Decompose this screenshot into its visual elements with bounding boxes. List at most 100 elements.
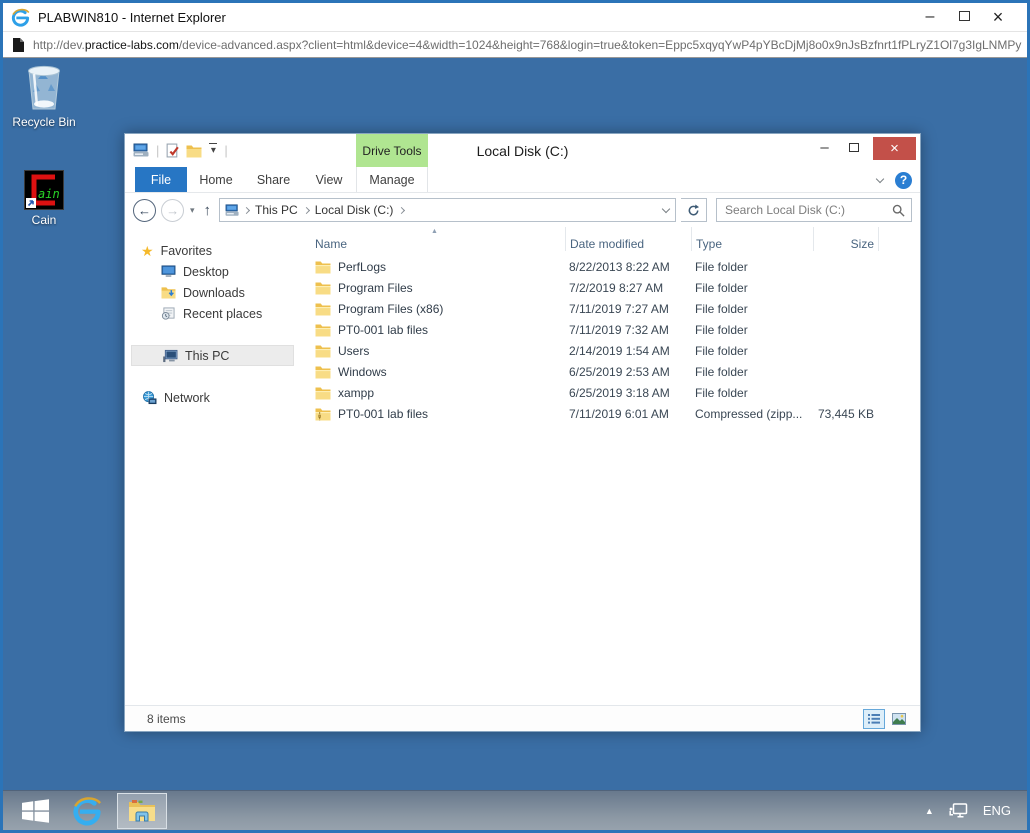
search-input[interactable]: [723, 202, 892, 218]
sidebar-item-desktop[interactable]: Desktop: [125, 261, 298, 282]
file-type: File folder: [691, 281, 813, 295]
column-header-date-modified[interactable]: Date modified: [565, 227, 691, 251]
breadcrumb-separator-icon: [398, 206, 405, 213]
show-hidden-icons-button[interactable]: ▲: [925, 806, 934, 816]
downloads-icon: [161, 286, 176, 299]
explorer-window-title: Local Disk (C:): [125, 134, 920, 167]
explorer-close-button[interactable]: ×: [873, 137, 916, 160]
breadcrumb-current[interactable]: Local Disk (C:): [313, 203, 396, 217]
file-type: File folder: [691, 260, 813, 274]
file-modified: 7/11/2019 7:32 AM: [565, 323, 691, 337]
breadcrumb-this-pc[interactable]: This PC: [253, 203, 300, 217]
ie-minimize-button[interactable]: –: [913, 12, 947, 22]
explorer-maximize-button[interactable]: [839, 141, 868, 155]
desktop[interactable]: Recycle Bin ain Cain: [3, 58, 1027, 790]
ie-close-button[interactable]: ×: [981, 10, 1015, 24]
taskbar-file-explorer-button[interactable]: [117, 793, 167, 829]
url-prefix: http://dev.: [33, 38, 85, 52]
start-button[interactable]: [9, 792, 61, 830]
network-tray-icon[interactable]: [949, 803, 968, 818]
navigation-pane: ★ Favorites Desktop: [125, 227, 298, 705]
up-button[interactable]: ↑: [204, 202, 212, 219]
taskbar-ie-button[interactable]: [61, 792, 113, 830]
sidebar-item-network[interactable]: Network: [125, 387, 298, 408]
explorer-window: | ▾ | Drive Tools Local Disk (C:) –: [124, 133, 921, 732]
file-name: PT0-001 lab files: [338, 407, 428, 421]
this-pc-icon: [162, 349, 178, 363]
ie-titlebar: PLABWIN810 - Internet Explorer – ×: [3, 3, 1027, 31]
expand-ribbon-icon[interactable]: [876, 174, 884, 182]
file-name: Program Files: [338, 281, 413, 295]
column-headers: ▲ Name Date modified Type Size: [298, 227, 920, 256]
sidebar-item-recent-places[interactable]: Recent places: [125, 303, 298, 324]
folder-icon: [315, 281, 331, 295]
tab-view[interactable]: View: [302, 167, 356, 192]
desktop-icon-recycle-bin[interactable]: Recycle Bin: [5, 64, 83, 129]
column-separator: [878, 227, 879, 251]
sidebar-item-label: Downloads: [183, 286, 245, 300]
file-type: File folder: [691, 365, 813, 379]
tab-file[interactable]: File: [135, 167, 187, 192]
tab-home[interactable]: Home: [187, 167, 245, 192]
network-icon: [141, 391, 157, 405]
tab-manage[interactable]: Manage: [356, 167, 428, 192]
thumbnail-view-button[interactable]: [888, 709, 910, 729]
maximize-icon: [959, 11, 970, 21]
details-view-button[interactable]: [863, 709, 885, 729]
recent-locations-dropdown-icon[interactable]: ▾: [190, 205, 195, 216]
svg-text:ain: ain: [38, 187, 60, 201]
computer-icon[interactable]: [133, 143, 150, 158]
sidebar-item-downloads[interactable]: Downloads: [125, 282, 298, 303]
folder-icon: [315, 323, 331, 337]
maximize-icon: [849, 143, 859, 152]
desktop-icon-cain[interactable]: ain Cain: [5, 170, 83, 227]
help-button[interactable]: ?: [895, 172, 912, 189]
sidebar-item-label: Favorites: [161, 244, 212, 258]
column-header-type[interactable]: Type: [691, 227, 813, 251]
refresh-button[interactable]: [681, 198, 707, 222]
folder-icon: [315, 344, 331, 358]
file-modified: 6/25/2019 2:53 AM: [565, 365, 691, 379]
tab-share[interactable]: Share: [245, 167, 302, 192]
customize-toolbar-dropdown-icon[interactable]: ▾: [208, 147, 218, 155]
file-row-xampp[interactable]: xampp 6/25/2019 3:18 AM File folder: [298, 382, 920, 403]
drive-tools-contextual-tab[interactable]: Drive Tools: [356, 134, 428, 167]
search-box[interactable]: [716, 198, 912, 222]
sidebar-item-this-pc[interactable]: This PC: [131, 345, 294, 366]
ie-window: PLABWIN810 - Internet Explorer – × http:…: [0, 0, 1030, 833]
file-row-users[interactable]: Users 2/14/2019 1:54 AM File folder: [298, 340, 920, 361]
file-modified: 7/11/2019 6:01 AM: [565, 407, 691, 421]
file-row-windows[interactable]: Windows 6/25/2019 2:53 AM File folder: [298, 361, 920, 382]
ie-address-bar[interactable]: http://dev.practice-labs.com/device-adva…: [3, 31, 1027, 58]
language-indicator[interactable]: ENG: [983, 803, 1011, 818]
file-row-program-files[interactable]: Program Files 7/2/2019 8:27 AM File fold…: [298, 277, 920, 298]
file-name: PT0-001 lab files: [338, 323, 428, 337]
column-header-size[interactable]: Size: [813, 227, 878, 251]
sidebar-item-favorites[interactable]: ★ Favorites: [125, 240, 298, 261]
file-rows: PerfLogs 8/22/2013 8:22 AM File folder P…: [298, 256, 920, 705]
back-button[interactable]: ←: [133, 199, 156, 222]
file-row-program-files-x86[interactable]: Program Files (x86) 7/11/2019 7:27 AM Fi…: [298, 298, 920, 319]
internet-explorer-icon: [72, 796, 102, 826]
file-list-pane: ▲ Name Date modified Type Size PerfLogs …: [298, 227, 920, 705]
forward-button[interactable]: ←: [161, 199, 184, 222]
recent-places-icon: [161, 307, 176, 320]
properties-button-icon[interactable]: [165, 143, 180, 158]
address-breadcrumb-bar[interactable]: This PC Local Disk (C:): [219, 198, 676, 222]
navigation-bar: ← ← ▾ ↑ This PC Local Disk (C:): [125, 193, 920, 227]
this-pc-icon: [225, 204, 240, 217]
new-folder-button-icon[interactable]: [186, 144, 202, 158]
address-dropdown-icon[interactable]: [662, 204, 670, 212]
ie-maximize-button[interactable]: [947, 8, 981, 26]
ie-window-title: PLABWIN810 - Internet Explorer: [38, 10, 913, 25]
file-row-perflogs[interactable]: PerfLogs 8/22/2013 8:22 AM File folder: [298, 256, 920, 277]
file-row-pt0-001-lab-files[interactable]: PT0-001 lab files 7/11/2019 7:32 AM File…: [298, 319, 920, 340]
file-name: PerfLogs: [338, 260, 386, 274]
file-type: File folder: [691, 302, 813, 316]
file-size: 73,445 KB: [813, 407, 878, 421]
explorer-minimize-button[interactable]: –: [810, 144, 839, 152]
zip-folder-icon: [315, 407, 331, 421]
url-path: /device-advanced.aspx?client=html&device…: [179, 38, 1022, 52]
column-header-name[interactable]: Name: [298, 237, 565, 251]
file-row-pt0-001-lab-files-zip[interactable]: PT0-001 lab files 7/11/2019 6:01 AM Comp…: [298, 403, 920, 424]
